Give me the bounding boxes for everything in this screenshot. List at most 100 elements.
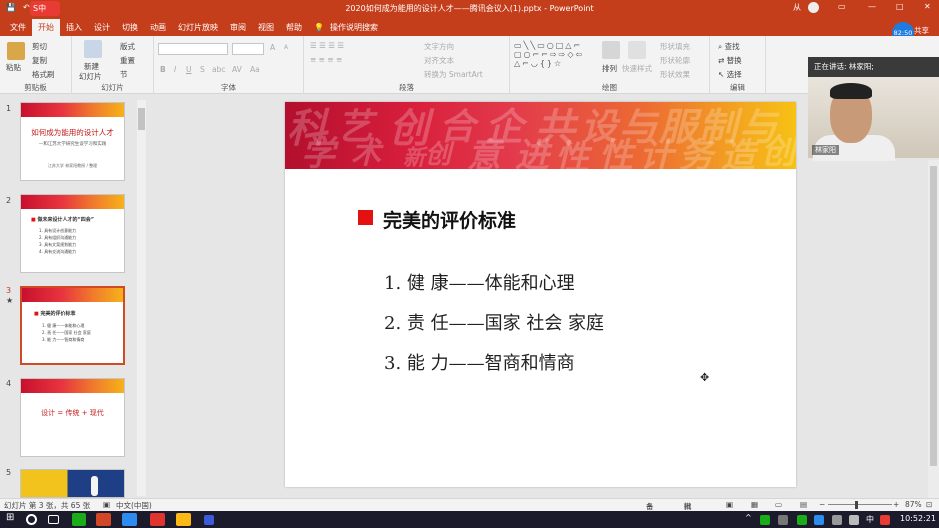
tab-insert[interactable]: 插入 (60, 19, 88, 36)
font-name-combo[interactable] (158, 43, 228, 55)
minimize-button[interactable]: — (868, 2, 876, 11)
shapes-gallery[interactable]: ▭╲╲▭○□△⌐ ▢○⌐⌐⇨⇨◇⇦ △⌐◡{}☆ (514, 41, 584, 68)
bold-button[interactable]: B (160, 65, 166, 74)
arrange-button[interactable]: 排列 (602, 63, 617, 74)
close-button[interactable]: ✕ (924, 2, 931, 11)
quick-styles-icon[interactable] (628, 41, 646, 59)
list-item[interactable]: 3. 能 力——智商和情商 (384, 349, 575, 375)
replace-button[interactable]: ⇄ 替换 (718, 55, 742, 66)
meeting-video-panel[interactable]: 正在讲话: 林家阳; 林家阳 (808, 57, 939, 161)
zoom-slider[interactable] (828, 504, 892, 505)
scrollbar-thumb[interactable] (138, 108, 145, 130)
thumbnail-slide-2[interactable]: ■ 做未来设计人才的“四会” 1. 具有设计创意能力 2. 具有组织沟通能力 3. … (20, 194, 125, 273)
new-slide-icon[interactable] (84, 40, 102, 58)
tab-slideshow[interactable]: 幻灯片放映 (172, 19, 224, 36)
layout-button[interactable]: 版式 (120, 41, 135, 52)
language-indicator[interactable]: 中文(中国) (116, 500, 152, 511)
tab-animations[interactable]: 动画 (144, 19, 172, 36)
find-button[interactable]: ⌕ 查找 (718, 41, 740, 52)
ribbon-options-icon[interactable]: ▭ (838, 2, 846, 11)
new-slide-label[interactable]: 幻灯片 (79, 71, 102, 82)
tab-transitions[interactable]: 切换 (116, 19, 144, 36)
slide-sorter-icon[interactable]: ▦ (751, 500, 758, 509)
list-item[interactable]: 1. 健 康——体能和心理 (384, 269, 575, 295)
ime-tray[interactable]: 中 (866, 514, 881, 527)
zoom-level[interactable]: 87% (905, 500, 922, 509)
avatar[interactable] (808, 2, 819, 13)
fit-window-icon[interactable]: ⊡ (926, 500, 932, 509)
underline-button[interactable]: U (186, 65, 192, 74)
sogou-tray-icon[interactable] (880, 515, 890, 525)
thumbnail-slide-1[interactable]: 如何成为能用的设计人才 —和江苏大学研究生谈学习和实践 江苏大学 林家阳教授 /… (20, 102, 125, 181)
text-direction-button[interactable]: 文字方向 (424, 41, 454, 52)
clock[interactable]: 10:52:21 (900, 514, 936, 527)
tab-review[interactable]: 审阅 (224, 19, 252, 36)
network-icon[interactable] (832, 515, 842, 525)
shape-outline-button[interactable]: 形状轮廓 (660, 55, 690, 66)
italic-button[interactable]: I (174, 65, 176, 74)
select-button[interactable]: ↖ 选择 (718, 69, 742, 80)
thumbnail-slide-4[interactable]: 设计 = 传统 + 现代 (20, 378, 125, 457)
shape-effects-button[interactable]: 形状效果 (660, 69, 690, 80)
user-name[interactable]: 从 (793, 2, 801, 13)
bullets-icon[interactable]: ☰ ☰ ☰ ☰ (310, 41, 344, 50)
app-icon[interactable] (204, 515, 214, 525)
tray-chevron-icon[interactable]: ^ (745, 513, 760, 526)
tencent-meeting-icon[interactable] (122, 513, 137, 526)
align-text-button[interactable]: 对齐文本 (424, 55, 454, 66)
cut-button[interactable]: 剪切 (32, 41, 47, 52)
tray-wechat-icon[interactable] (760, 515, 770, 525)
windows-start-icon[interactable]: ⊞ (6, 512, 21, 525)
wechat-app-icon[interactable] (72, 513, 86, 526)
smartart-button[interactable]: 转换为 SmartArt (424, 69, 483, 80)
tray-app-icon[interactable] (778, 515, 788, 525)
font-size-combo[interactable] (232, 43, 264, 55)
volume-icon[interactable] (849, 515, 859, 525)
zoom-out-button[interactable]: − (819, 500, 825, 509)
maximize-button[interactable]: □ (896, 2, 904, 11)
paste-button[interactable]: 粘贴 (6, 62, 21, 73)
editor-scrollbar[interactable] (928, 160, 939, 498)
task-view-icon[interactable] (48, 515, 59, 524)
tab-help[interactable]: 帮助 (280, 19, 308, 36)
reading-view-icon[interactable]: ▭ (775, 500, 782, 509)
arrange-icon[interactable] (602, 41, 620, 59)
tell-me-search[interactable]: 操作说明搜索 (330, 19, 384, 36)
shadow-button[interactable]: abc (212, 65, 225, 74)
paste-icon[interactable] (7, 42, 25, 60)
powerpoint-app-icon[interactable] (96, 513, 111, 526)
tab-view[interactable]: 视图 (252, 19, 280, 36)
tab-home[interactable]: 开始 (32, 19, 60, 36)
align-icon[interactable]: ≡ ≡ ≡ ≡ (310, 55, 342, 64)
format-painter-button[interactable]: 格式刷 (32, 69, 55, 80)
quick-styles-button[interactable]: 快速样式 (622, 63, 652, 74)
reset-button[interactable]: 重置 (120, 55, 135, 66)
thumbnail-slide-3[interactable]: ■ 完美的评价标准 1. 健 康——体能和心理 2. 责 任——国家 社会 家庭 3… (20, 286, 125, 365)
tab-file[interactable]: 文件 (4, 19, 32, 36)
copy-button[interactable]: 复制 (32, 55, 47, 66)
list-item[interactable]: 2. 责 任——国家 社会 家庭 (384, 309, 604, 335)
shrink-font-button[interactable]: A (284, 44, 288, 51)
share-button[interactable]: 共享 (914, 25, 929, 36)
slide-canvas[interactable]: 科 学 艺 术 创 新 合 创 意 企 共 进 性 设 性 与 计 服 务 制 … (285, 102, 796, 487)
thumbnail-slide-5[interactable] (20, 469, 125, 498)
zoom-slider-thumb[interactable] (855, 501, 858, 509)
thumbnail-scrollbar[interactable] (137, 100, 146, 496)
slide-title[interactable]: 完美的评价标准 (383, 206, 516, 233)
tray-wechat-icon[interactable] (797, 515, 807, 525)
grow-font-button[interactable]: A (270, 43, 275, 52)
scrollbar-thumb[interactable] (930, 166, 937, 466)
spellcheck-icon[interactable]: ▣ (103, 500, 110, 509)
strikethrough-button[interactable]: S (200, 65, 205, 74)
tab-design[interactable]: 设计 (88, 19, 116, 36)
zoom-in-button[interactable]: + (893, 500, 899, 509)
folder-app-icon[interactable] (176, 513, 191, 526)
change-case-button[interactable]: Aa (250, 65, 260, 74)
slideshow-icon[interactable]: ▤ (800, 500, 807, 509)
tray-meeting-icon[interactable] (814, 515, 824, 525)
normal-view-icon[interactable]: ▣ (726, 500, 733, 509)
browser-app-icon[interactable] (150, 513, 165, 526)
section-button[interactable]: 节 (120, 69, 128, 80)
search-icon[interactable] (26, 514, 37, 525)
shape-fill-button[interactable]: 形状填充 (660, 41, 690, 52)
